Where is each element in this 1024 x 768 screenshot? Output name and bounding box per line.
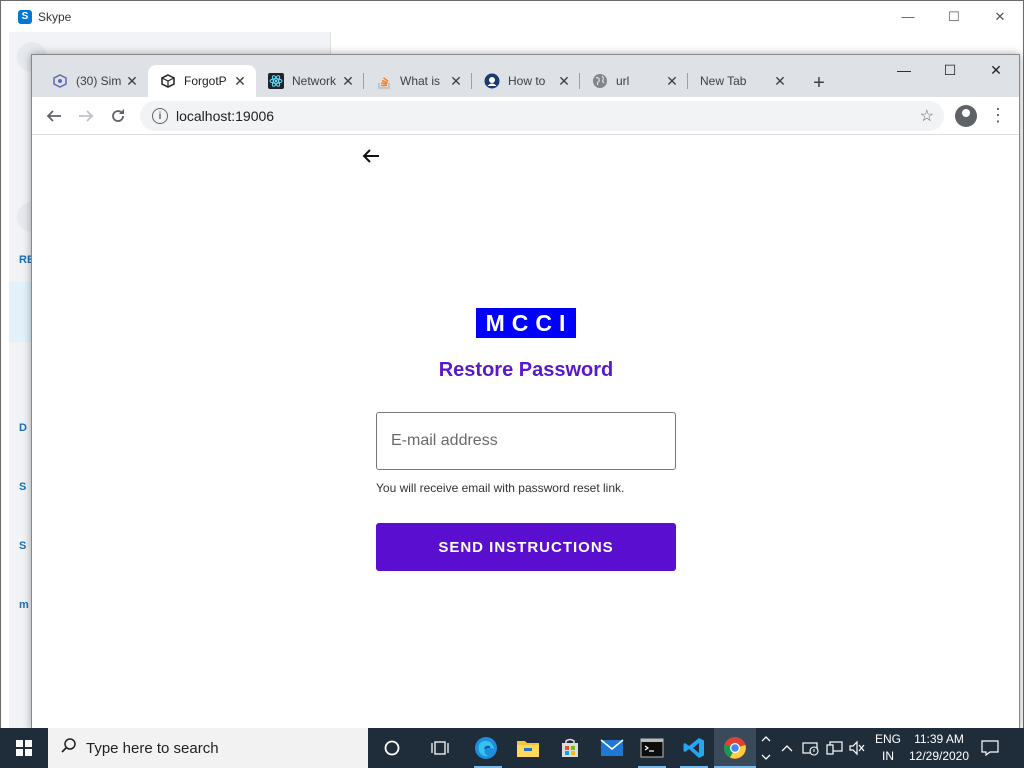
file-explorer-icon[interactable] [512,732,544,764]
tab-what-is[interactable]: What is ✕ [364,65,472,97]
terminal-icon[interactable] [636,732,668,764]
display-tray-icon[interactable] [824,732,846,764]
language-indicator[interactable]: ENG IN [872,731,904,765]
taskbar-search[interactable]: Type here to search [48,728,368,768]
taskbar-scroll-icon[interactable] [758,732,774,764]
profile-icon[interactable] [955,105,977,127]
language-code: ENG [874,732,901,746]
globe-icon [592,73,608,89]
tab-strip: (30) Sim ✕ ForgotP ✕ Network ✕ What is ✕ [32,55,1019,97]
close-icon[interactable]: ✕ [232,73,248,89]
tab-url[interactable]: url ✕ [580,65,688,97]
tab-forgot-password[interactable]: ForgotP ✕ [148,65,256,97]
info-icon[interactable]: i [152,108,168,124]
windows-icon [16,740,32,756]
close-icon[interactable]: ✕ [340,73,356,89]
tab-label: Network [292,74,337,88]
tab-how-to[interactable]: How to ✕ [472,65,580,97]
task-view-icon[interactable] [424,732,456,764]
system-clock[interactable]: 11:39 AM 12/29/2020 [904,731,974,765]
mail-icon[interactable] [596,732,628,764]
cortana-icon[interactable] [376,732,408,764]
store-icon[interactable] [554,732,586,764]
close-icon[interactable]: ✕ [664,73,680,89]
skype-title: Skype [38,9,72,24]
chrome-icon[interactable] [719,732,751,764]
language-region: IN [882,749,894,763]
page-title: Restore Password [438,359,614,381]
email-field-container [376,412,676,470]
chrome-maximize-button[interactable]: ☐ [927,55,973,85]
skype-chat-item[interactable]: S [19,481,26,493]
arrow-right-icon [79,110,94,122]
url-text[interactable]: localhost:19006 [176,108,274,124]
new-tab-button[interactable]: + [805,69,833,97]
mcci-logo: MCCI [476,308,576,338]
taskbar: Type here to search ENG IN 11:39 AM 12/2… [0,728,1024,768]
github-icon [484,73,500,89]
expo-icon [160,73,176,89]
back-arrow-icon[interactable] [362,147,380,170]
clock-date: 12/29/2020 [908,749,970,763]
tab-sim[interactable]: (30) Sim ✕ [40,65,148,97]
skype-chat-item[interactable]: D [19,422,27,434]
react-icon [268,73,284,89]
vscode-icon[interactable] [678,732,710,764]
close-icon[interactable]: ✕ [448,73,464,89]
skype-logo-icon: S [18,9,32,24]
close-icon[interactable]: ✕ [124,73,140,89]
tab-label: How to [508,74,546,88]
reload-button[interactable] [104,102,132,130]
close-icon[interactable]: ✕ [556,73,572,89]
send-instructions-button[interactable]: SEND INSTRUCTIONS [376,523,676,571]
arrow-left-icon [46,110,61,122]
tab-label: New Tab [700,74,747,88]
forward-button[interactable] [72,102,100,130]
email-field[interactable] [377,413,675,469]
chrome-window: (30) Sim ✕ ForgotP ✕ Network ✕ What is ✕ [31,54,1020,731]
skype-maximize-button[interactable]: ☐ [931,1,977,32]
volume-muted-icon[interactable] [846,732,868,764]
tab-label: ForgotP [184,74,227,88]
search-icon [60,737,78,760]
address-bar[interactable]: i localhost:19006 ☆ [140,101,944,131]
tab-label: What is [400,74,441,88]
search-placeholder: Type here to search [86,739,219,757]
skype-close-button[interactable]: ✕ [977,1,1023,32]
notification-center-icon[interactable] [978,736,1002,760]
clock-time: 11:39 AM [914,732,964,746]
skype-minimize-button[interactable]: — [885,1,931,32]
menu-icon[interactable]: ⋮ [989,105,1007,126]
reload-icon [112,109,124,122]
stackoverflow-icon [376,73,392,89]
skype-titlebar: S Skype — ☐ ✕ [1,1,1023,32]
network-tray-icon[interactable] [800,732,822,764]
start-button[interactable] [0,728,48,768]
star-icon[interactable]: ☆ [920,106,934,126]
tab-network[interactable]: Network ✕ [256,65,364,97]
cube-icon [52,73,68,89]
chrome-close-button[interactable]: ✕ [973,55,1019,85]
browser-toolbar: i localhost:19006 ☆ ⋮ [32,97,1019,135]
tab-label: (30) Sim [76,74,122,88]
close-icon[interactable]: ✕ [772,73,788,89]
back-button[interactable] [40,102,68,130]
edge-icon[interactable] [470,732,502,764]
chrome-window-controls: — ☐ ✕ [881,55,1019,85]
skype-window-controls: — ☐ ✕ [885,1,1023,32]
page-content: MCCI Restore Password You will receive e… [32,135,1019,731]
email-hint: You will receive email with password res… [376,481,625,495]
tab-label: url [616,74,630,88]
skype-chat-item[interactable]: S [19,540,26,552]
skype-chat-item[interactable]: m [19,599,29,611]
tab-new-tab[interactable]: New Tab ✕ [688,65,796,97]
chrome-minimize-button[interactable]: — [881,55,927,85]
chevron-up-icon[interactable] [778,732,796,764]
